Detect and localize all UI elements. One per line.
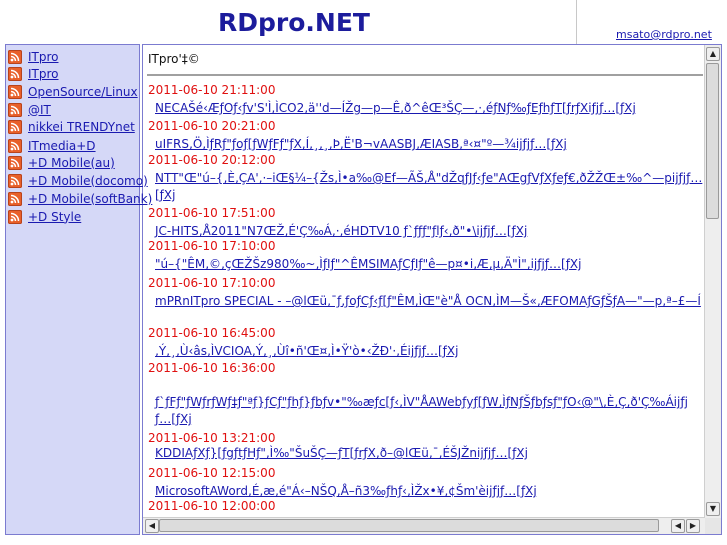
scrollbar-corner [705,518,721,534]
entry-date: 2011-06-10 13:21:00 [148,431,276,445]
sidebar-item[interactable]: ITmedia+D [8,138,96,153]
vertical-scroll-thumb[interactable] [706,63,719,219]
rss-feed-icon [8,84,22,99]
sidebar-item[interactable]: +D Mobile(au) [8,155,115,170]
vertical-scrollbar[interactable]: ▲ ▼ [704,45,721,518]
scroll-right-button[interactable]: ◀ [671,519,685,533]
sidebar-item[interactable]: +D Style [8,209,81,224]
entry-title-link[interactable]: mPRnITpro SPECIAL - –@lŒü‚¯ƒ‚ƒoƒCƒ‹ƒ[ƒ"Ê… [155,293,703,310]
entry-date: 2011-06-10 12:15:00 [148,466,276,480]
entry-date: 2011-06-10 12:00:00 [148,499,276,513]
sidebar-item-label[interactable]: +D Mobile(au) [28,156,115,170]
feed-heading: ITpro'‡© [148,52,200,66]
entry-date: 2011-06-10 21:11:00 [148,83,276,97]
sidebar-item-label[interactable]: +D Mobile(softBank) [28,192,152,206]
sidebar-item-label[interactable]: +D Style [28,210,81,224]
sidebar-item[interactable]: +D Mobile(softBank) [8,191,152,206]
sidebar-item[interactable]: ITpro [8,66,59,81]
heading-divider [147,74,703,76]
rss-feed-icon [8,66,22,81]
rss-feed-icon [8,138,22,153]
rss-feed-icon [8,49,22,64]
sidebar-item-label[interactable]: nikkei TRENDYnet [28,120,135,134]
sidebar-item[interactable]: nikkei TRENDYnet [8,119,135,134]
entry-date: 2011-06-10 17:10:00 [148,239,276,253]
entry-date: 2011-06-10 20:21:00 [148,119,276,133]
sidebar-item[interactable]: +D Mobile(docomo) [8,173,148,188]
sidebar-item-label[interactable]: @IT [28,103,51,117]
entry-date: 2011-06-10 16:36:00 [148,361,276,375]
rss-feed-icon [8,209,22,224]
sidebar-item-label[interactable]: OpenSource/Linux [28,85,138,99]
sidebar-item[interactable]: OpenSource/Linux [8,84,138,99]
sidebar-item-label[interactable]: ITmedia+D [28,139,96,153]
scroll-up-button[interactable]: ▲ [706,47,720,61]
sidebar-item-label[interactable]: ITpro [28,67,59,81]
main-frame: ITpro'‡© 2011-06-10 21:11:00 NECAŠé‹ÆƒOƒ‹… [142,44,722,535]
rss-feed-icon [8,119,22,134]
scroll-left-button[interactable]: ◀ [145,519,159,533]
entry-title-link[interactable]: NTT"Œ"ú–{‚È‚ÇA'‚·–iŒ§¼–{Žs‚Ì•a‰@Ef—ÃŠ‚Å"… [155,170,703,204]
entry-title-link[interactable]: ‚Ý‚¸‚Ù‹âs‚ÌVCIOA‚Ý‚¸‚Ùî•ñ'Œ¤‚Ì•Ÿ'ò•‹ŽÐ'·… [155,343,703,360]
entry-date: 2011-06-10 17:51:00 [148,206,276,220]
entry-date: 2011-06-10 17:10:00 [148,276,276,290]
scroll-down-button[interactable]: ▼ [706,502,720,516]
entry-title-link[interactable]: "ú–{"ÊM‚©‚çŒŽŠz980‰~‚ÌƒIƒ"^ÊMSIMAƒCƒIƒ"ê… [155,256,703,273]
rss-feed-icon [8,155,22,170]
entry-title-link[interactable]: NECAŠé‹ÆƒOƒ‹ƒv'S'Ì‚ÌCO2‚ä''d—ÍŽg—p—Ê‚ð^ê… [155,100,703,117]
rss-feed-icon [8,191,22,206]
sidebar-item[interactable]: @IT [8,102,51,117]
scroll-right-button[interactable]: ▶ [686,519,700,533]
horizontal-scroll-thumb[interactable] [159,519,659,532]
entry-title-link[interactable]: JC-HITS‚Å2011"N7ŒŽ‚É'Ç‰Á‚·‚éHDTV10 ƒ`ƒƒƒ… [155,223,703,240]
entry-title-link[interactable]: KDDIAƒXƒ}[ƒgƒtƒHƒ"‚Ì‰"ŠuŠÇ—ƒT[ƒrƒX‚ð–@lŒ… [155,445,703,462]
entry-date: 2011-06-10 16:45:00 [148,326,276,340]
entry-title-link[interactable]: ƒ`ƒFƒ"ƒWƒrƒWƒ‡ƒ"ªƒ}ƒCƒ"ƒhƒ}ƒbƒv•"‰æƒc[ƒ‹… [155,394,703,428]
entry-title-link[interactable]: MicrosoftAWord‚É‚æ‚é"Á‹–NŠQ‚Å–ñ3‰ƒhƒ‹‚ÌŽ… [155,483,703,500]
user-email-link[interactable]: msato@rdpro.net [616,28,712,41]
horizontal-scrollbar[interactable]: ◀ ◀ ▶ [143,517,705,534]
sidebar-item-label[interactable]: ITpro [28,50,59,64]
entry-title-link[interactable]: uIFRS‚Ö‚ÌƒRƒ"ƒoƒ[ƒWƒFƒ"ƒX‚Í‚¸‚¸‚Þ‚Ë'B¬vA… [155,136,703,153]
rss-feed-icon [8,173,22,188]
site-title: RDpro.NET [218,8,370,37]
sidebar-frame [5,44,140,535]
sidebar-item-label[interactable]: +D Mobile(docomo) [28,174,148,188]
page-header: RDpro.NET msato@rdpro.net [0,0,727,44]
sidebar-item[interactable]: ITpro [8,49,59,64]
rss-feed-icon [8,102,22,117]
header-divider [576,0,577,44]
entry-date: 2011-06-10 20:12:00 [148,153,276,167]
